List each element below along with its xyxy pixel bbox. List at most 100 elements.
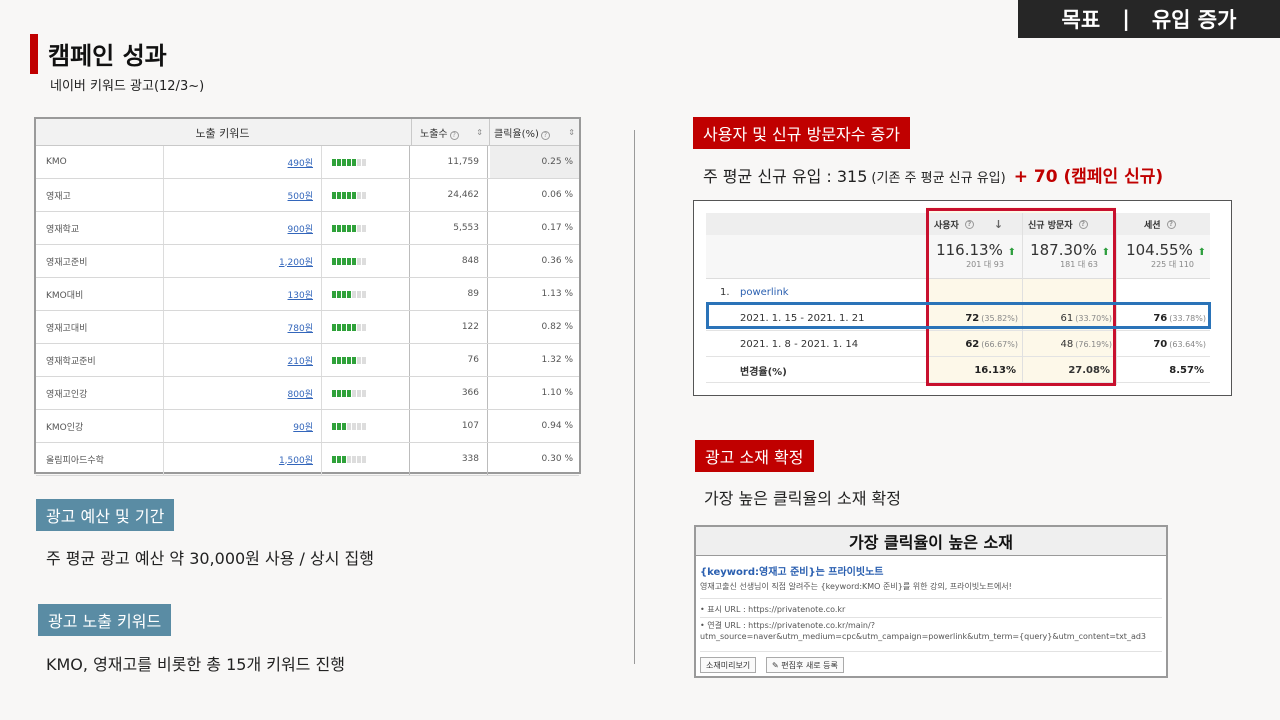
quality-segment: [362, 257, 366, 265]
keyword-name: KMO대비: [46, 278, 164, 310]
keyword-name: KMO인강: [46, 410, 164, 442]
keyword-name: 영재고인강: [46, 377, 164, 409]
help-icon[interactable]: ?: [1166, 219, 1176, 229]
quality-segment: [357, 224, 361, 232]
quality-segment: [357, 257, 361, 265]
weekly-note: (기존 주 평균 신규 유입): [871, 171, 1006, 186]
quality-segment: [347, 191, 351, 199]
quality-segment: [332, 158, 336, 166]
quality-bar: [326, 443, 410, 475]
quality-segment: [337, 323, 341, 331]
creative-text: 가장 높은 클릭율의 소재 확정: [704, 489, 901, 508]
quality-segment: [337, 290, 341, 298]
keyword-table-header: 노출 키워드 노출수? ⇕ 클릭율(%)? ⇕: [36, 119, 579, 146]
quality-segment: [357, 290, 361, 298]
ad-link-url-1: • 연결 URL : https://privatenote.co.kr/mai…: [700, 621, 875, 630]
quality-segment: [337, 389, 341, 397]
bid-price-link[interactable]: 800원: [164, 377, 322, 409]
header-keyword: 노출 키워드: [195, 126, 250, 140]
ad-separator: [700, 617, 1162, 618]
column-separator: [1116, 213, 1117, 385]
col-sessions-label: 세션: [1144, 220, 1161, 231]
quality-segment: [342, 323, 346, 331]
quality-bar: [326, 377, 410, 409]
keyword-table: 노출 키워드 노출수? ⇕ 클릭율(%)? ⇕ KMO 490원 11,759 0.2…: [34, 117, 581, 476]
table-row: 올림피아드수학 1,500원 338 0.30 %: [36, 443, 579, 476]
impressions-value: 24,462: [412, 179, 488, 211]
quality-segment: [347, 257, 351, 265]
impressions-value: 76: [412, 344, 488, 376]
quality-segment: [357, 356, 361, 364]
users-label: 사용자 및 신규 방문자수 증가: [693, 117, 910, 149]
table-row: 영재학교 900원 5,553 0.17 %: [36, 212, 579, 245]
table-row: 영재학교준비 210원 76 1.32 %: [36, 344, 579, 377]
summary-sessions-pct: 104.55%: [1126, 241, 1193, 259]
quality-segment: [352, 323, 356, 331]
sort-icon[interactable]: ⇕: [476, 128, 483, 137]
bid-price-link[interactable]: 500원: [164, 179, 322, 211]
quality-segment: [357, 323, 361, 331]
bid-price-link[interactable]: 130원: [164, 278, 322, 310]
quality-segment: [342, 191, 346, 199]
bid-price-link[interactable]: 900원: [164, 212, 322, 244]
quality-bar: [326, 245, 410, 277]
bid-price-link[interactable]: 1,500원: [164, 443, 322, 475]
up-arrow-icon: ⬆: [1197, 247, 1206, 258]
quality-segment: [362, 389, 366, 397]
quality-segment: [342, 389, 346, 397]
help-icon[interactable]: ?: [449, 131, 459, 140]
impressions-value: 122: [412, 311, 488, 343]
budget-text: 주 평균 광고 예산 약 30,000원 사용 / 상시 집행: [46, 549, 374, 568]
ad-separator: [700, 598, 1162, 599]
quality-segment: [337, 422, 341, 430]
impressions-value: 107: [412, 410, 488, 442]
header-impressions[interactable]: 노출수? ⇕: [411, 119, 487, 146]
bid-price-link[interactable]: 1,200원: [164, 245, 322, 277]
quality-segment: [357, 191, 361, 199]
weekly-main: 주 평균 신규 유입 : 315: [703, 167, 868, 186]
edit-register-button[interactable]: ✎ 편집후 새로 등록: [766, 657, 844, 673]
sort-icon[interactable]: ⇕: [568, 128, 575, 137]
quality-bar: [326, 212, 410, 244]
ad-title[interactable]: {keyword:영재고 준비}는 프라이빗노트: [700, 563, 883, 578]
keyword-name: 영재고준비: [46, 245, 164, 277]
quality-segment: [362, 158, 366, 166]
ctr-value: 1.32 %: [541, 355, 573, 365]
quality-segment: [357, 455, 361, 463]
quality-segment: [337, 191, 341, 199]
quality-segment: [362, 455, 366, 463]
help-icon[interactable]: ?: [540, 131, 550, 140]
ctr-value: 0.82 %: [541, 322, 573, 332]
quality-segment: [357, 422, 361, 430]
quality-bar: [326, 311, 410, 343]
quality-segment: [342, 455, 346, 463]
sessions-pct: (63.64%): [1169, 339, 1206, 349]
keywords-label: 광고 노출 키워드: [38, 604, 172, 636]
keyword-name: 영재고: [46, 179, 164, 211]
highlight-blue-box: [706, 302, 1211, 329]
quality-segment: [347, 422, 351, 430]
bid-price-link[interactable]: 780원: [164, 311, 322, 343]
summary-sessions-sub: 225 대 110: [1151, 260, 1194, 269]
header-ctr[interactable]: 클릭율(%)? ⇕: [489, 119, 579, 146]
quality-segment: [352, 224, 356, 232]
quality-bar: [326, 410, 410, 442]
bid-price-link[interactable]: 210원: [164, 344, 322, 376]
ctr-value: 0.30 %: [541, 454, 573, 464]
table-row: 영재고대비 780원 122 0.82 %: [36, 311, 579, 344]
bid-price-link[interactable]: 490원: [164, 146, 322, 178]
quality-segment: [342, 422, 346, 430]
col-sessions[interactable]: 세션 ?: [1144, 213, 1176, 235]
preview-button[interactable]: 소재미리보기: [700, 657, 757, 673]
quality-segment: [352, 356, 356, 364]
summary-sessions: 104.55% ⬆ 225 대 110: [1122, 241, 1206, 270]
header-impressions-label: 노출수: [420, 129, 448, 140]
header-ctr-label: 클릭율(%): [494, 129, 539, 140]
quality-segment: [337, 356, 341, 364]
quality-segment: [342, 257, 346, 265]
bid-price-link[interactable]: 90원: [164, 410, 322, 442]
table-row: 영재고 500원 24,462 0.06 %: [36, 179, 579, 212]
quality-segment: [332, 191, 336, 199]
goal-banner: 목표 | 유입 증가: [1018, 0, 1280, 38]
impressions-value: 366: [412, 377, 488, 409]
